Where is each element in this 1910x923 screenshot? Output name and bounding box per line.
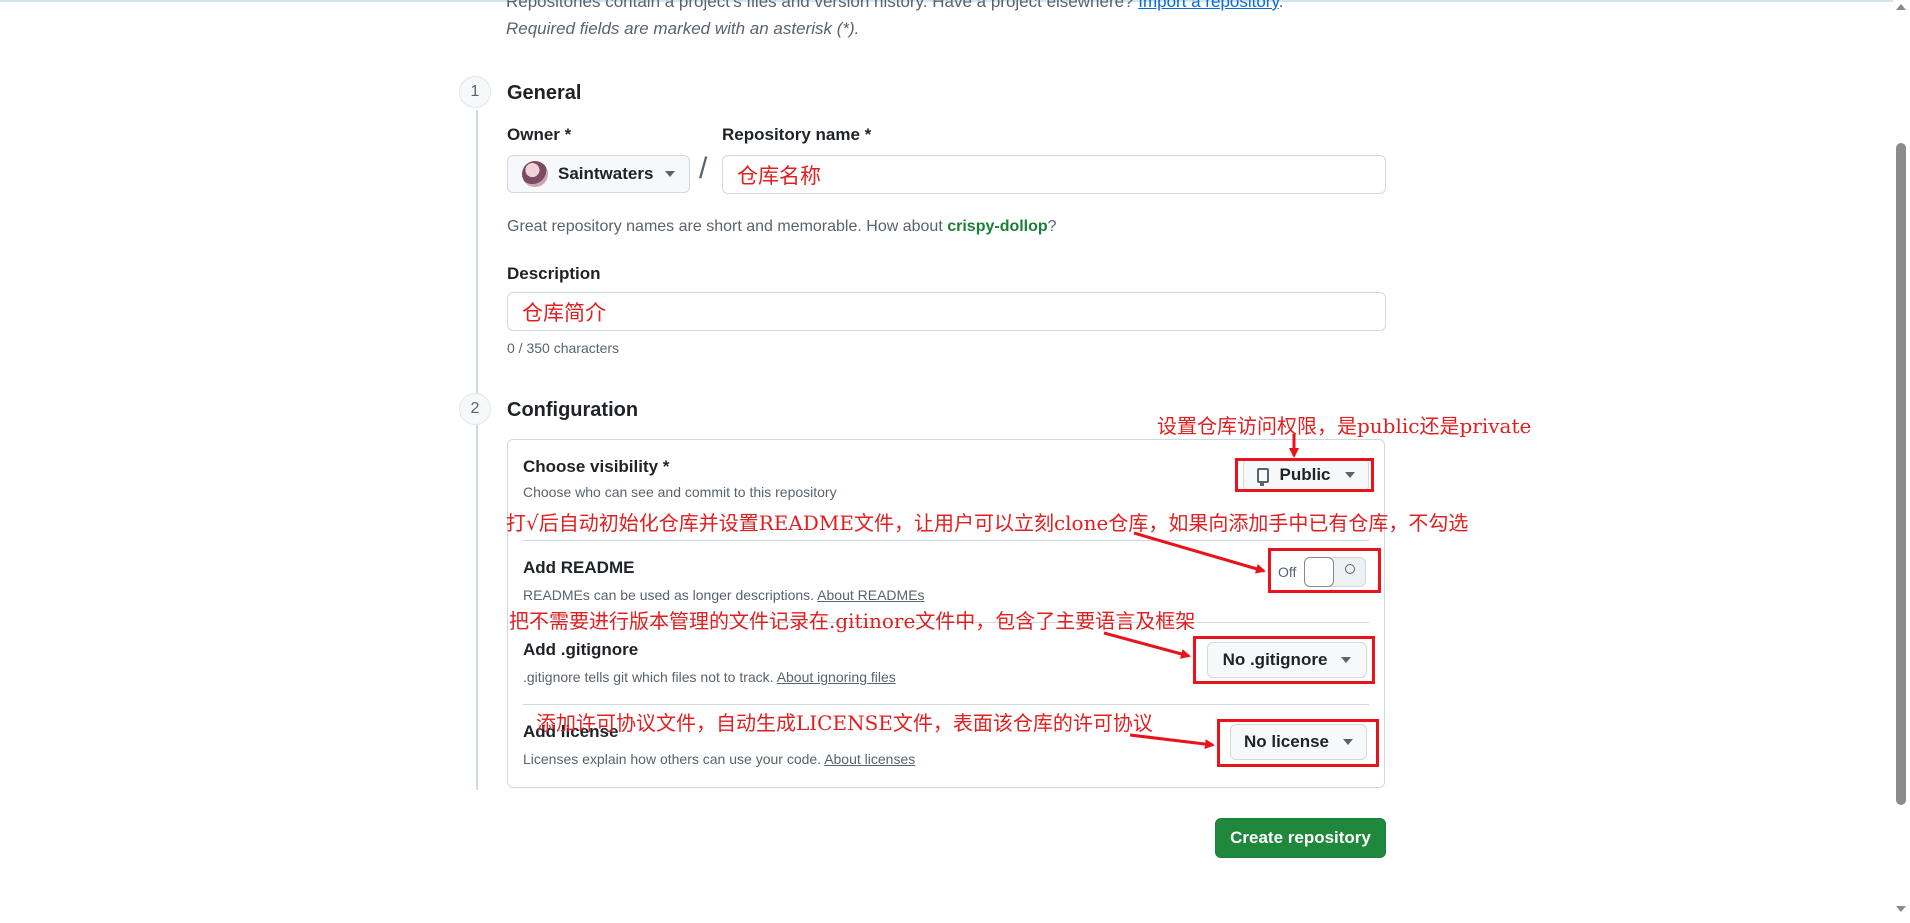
- section-title-configuration: Configuration: [507, 399, 639, 421]
- annotation-readme: 打√后自动初始化仓库并设置README文件，让用户可以立刻clone仓库，如果向…: [506, 511, 1469, 535]
- step-number-general: 1: [459, 76, 491, 108]
- intro-line-1: Repositories contain a project's files a…: [506, 0, 1139, 11]
- name-hint-suffix: ?: [1047, 218, 1057, 235]
- license-description: Licenses explain how others can use your…: [523, 751, 915, 767]
- visibility-title: Choose visibility *: [523, 457, 670, 476]
- scrollbar-thumb[interactable]: [1896, 143, 1906, 805]
- readme-description: READMEs can be used as longer descriptio…: [523, 587, 925, 603]
- scroll-down-icon[interactable]: [1896, 906, 1906, 912]
- gitignore-description-text: .gitignore tells git which files not to …: [523, 669, 777, 685]
- required-fields-note: Required fields are marked with an aster…: [506, 19, 860, 38]
- annotation-visibility: 设置仓库访问权限，是public还是private: [1157, 414, 1532, 438]
- annotation-box-gitignore: [1193, 636, 1375, 684]
- repository-name-input[interactable]: 仓库名称: [722, 155, 1386, 194]
- avatar: [522, 161, 548, 187]
- intro-line-1-suffix: .: [1278, 0, 1284, 11]
- steps-timeline: [476, 110, 478, 790]
- owner-label: Owner *: [507, 125, 572, 144]
- about-readmes-link[interactable]: About READMEs: [817, 587, 924, 603]
- intro-text: Repositories contain a project's files a…: [506, 0, 1283, 12]
- readme-description-text: READMEs can be used as longer descriptio…: [523, 587, 818, 603]
- character-count: 0 / 350 characters: [507, 340, 620, 356]
- gitignore-title: Add .gitignore: [523, 640, 639, 659]
- license-description-text: Licenses explain how others can use your…: [523, 751, 825, 767]
- owner-dropdown[interactable]: Saintwaters: [507, 155, 690, 193]
- annotation-license: 添加许可协议文件，自动生成LICENSE文件，表面该仓库的许可协议: [536, 711, 1153, 735]
- create-repository-button[interactable]: Create repository: [1215, 818, 1386, 858]
- repository-name-label: Repository name *: [722, 125, 872, 144]
- divider: [523, 704, 1369, 705]
- annotation-box-readme: [1268, 548, 1381, 593]
- description-input[interactable]: 仓库简介: [507, 292, 1386, 331]
- step-number-configuration: 2: [459, 393, 491, 425]
- description-label: Description: [507, 264, 601, 283]
- section-title-general: General: [507, 82, 582, 104]
- about-licenses-link[interactable]: About licenses: [824, 751, 915, 767]
- name-suggestion-hint: Great repository names are short and mem…: [507, 218, 1057, 236]
- visibility-description: Choose who can see and commit to this re…: [523, 484, 837, 500]
- annotation-box-visibility: [1235, 458, 1374, 492]
- gitignore-description: .gitignore tells git which files not to …: [523, 669, 896, 685]
- owner-repo-separator: /: [699, 152, 708, 185]
- annotation-gitignore: 把不需要进行版本管理的文件记录在.gitinore文件中，包含了主要语言及框架: [509, 609, 1196, 633]
- annotation-box-license: [1217, 719, 1379, 767]
- chevron-down-icon: [665, 171, 675, 177]
- name-suggestion[interactable]: crispy-dollop: [947, 218, 1047, 235]
- readme-title: Add README: [523, 558, 635, 577]
- scroll-up-icon[interactable]: [1896, 4, 1906, 10]
- description-value: 仓库简介: [522, 300, 606, 325]
- about-ignoring-files-link[interactable]: About ignoring files: [777, 669, 896, 685]
- divider: [523, 540, 1369, 541]
- repository-name-value: 仓库名称: [737, 163, 821, 188]
- name-hint-prefix: Great repository names are short and mem…: [507, 218, 948, 235]
- import-repository-link[interactable]: Import a repository: [1138, 0, 1278, 11]
- owner-value: Saintwaters: [558, 164, 654, 183]
